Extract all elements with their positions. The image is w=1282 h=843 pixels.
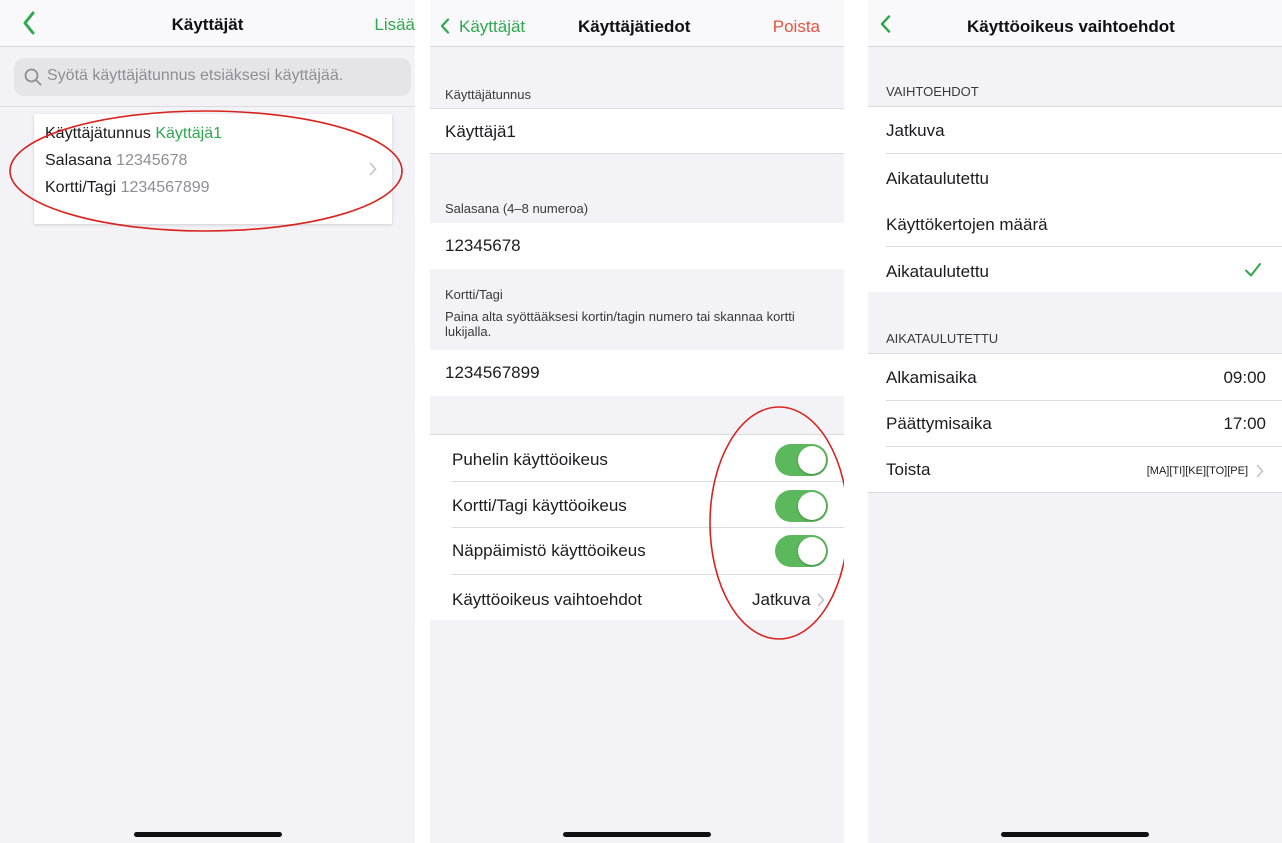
back-chevron-icon[interactable] xyxy=(880,15,891,33)
repeat-value: [MA][TI][KE][TO][PE] xyxy=(1146,465,1248,477)
home-indicator xyxy=(1001,832,1149,837)
schedule-list: Alkamisaika 09:00 Päättymisaika 17:00 To… xyxy=(868,353,1282,493)
annotation-circle xyxy=(709,406,844,640)
end-time-label: Päättymisaika xyxy=(886,414,992,433)
annotation-circle xyxy=(9,110,403,232)
page-title: Käyttöoikeus vaihtoehdot xyxy=(967,17,1175,36)
scheduled-section-header: AIKATAULUTETTU xyxy=(886,331,999,346)
option-item-selected[interactable]: Aikataulutettu xyxy=(886,262,989,282)
chevron-right-icon xyxy=(1256,464,1264,478)
row-separator xyxy=(886,246,1282,247)
row-separator xyxy=(886,400,1282,401)
end-time-value: 17:00 xyxy=(1223,414,1266,433)
home-indicator xyxy=(133,832,282,837)
start-time-value: 09:00 xyxy=(1223,368,1266,387)
options-section-header: VAIHTOEHDOT xyxy=(886,84,979,99)
row-separator xyxy=(886,153,1282,154)
checkmark-icon xyxy=(1245,263,1261,277)
option-item[interactable]: Käyttökertojen määrä xyxy=(886,215,1048,235)
row-separator xyxy=(886,446,1282,447)
access-options-screen: Käyttöoikeus vaihtoehdot VAIHTOEHDOT Jat… xyxy=(868,0,1282,843)
options-list: Jatkuva Aikataulutettu Käyttökertojen mä… xyxy=(868,106,1282,292)
option-item[interactable]: Aikataulutettu xyxy=(886,169,989,189)
user-details-screen: Käyttäjät Käyttäjätiedot Poista Käyttäjä… xyxy=(430,0,844,843)
start-time-label: Alkamisaika xyxy=(886,368,977,387)
users-screen: Käyttäjät Lisää Syötä käyttäjätunnus ets… xyxy=(0,0,415,843)
navbar: Käyttöoikeus vaihtoehdot xyxy=(868,0,1282,47)
option-item[interactable]: Jatkuva xyxy=(886,121,945,141)
home-indicator xyxy=(563,832,711,837)
repeat-label: Toista xyxy=(886,460,931,479)
